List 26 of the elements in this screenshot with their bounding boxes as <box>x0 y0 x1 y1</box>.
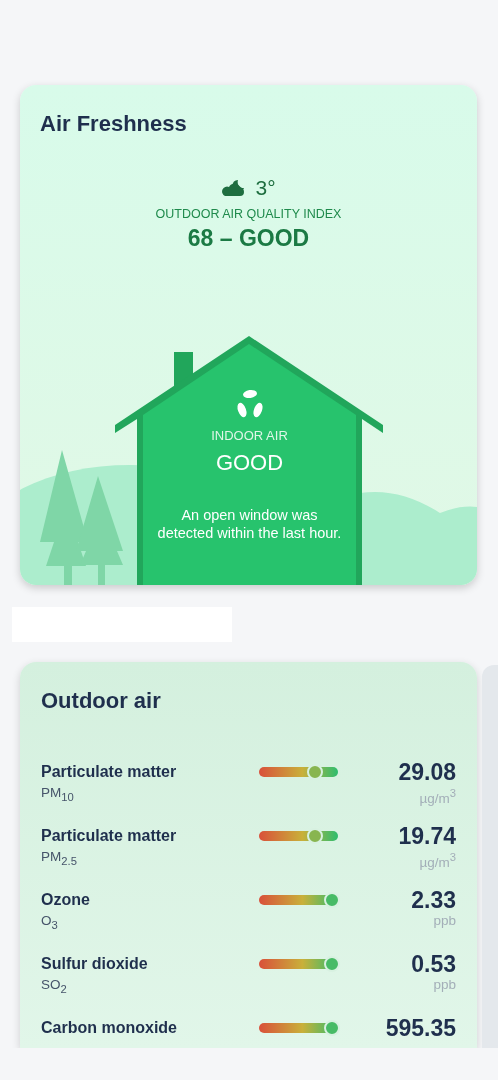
pollutant-value: 0.53 <box>410 954 456 974</box>
pollutant-name: Ozone <box>41 890 91 910</box>
pollutant-formula: O$_{3}$ <box>41 912 59 933</box>
pollutant-value: 595.35 <box>384 1018 456 1038</box>
card-title: Outdoor air <box>41 687 162 715</box>
indoor-message: An open window was detected within the last hour. <box>156 506 343 542</box>
pollutant-name: Carbon monoxide <box>41 1018 178 1038</box>
pollutant-unit: ppb <box>432 976 456 994</box>
pollutant-name: Particulate matter <box>41 762 178 782</box>
aqi-label: OUTDOOR AIR QUALITY INDEX <box>155 206 342 222</box>
pollutant-unit: µg/m$^{3}$ <box>418 786 456 806</box>
pollutant-formula: PM$_{10}$ <box>41 784 75 805</box>
pollutant-unit: ppb <box>432 912 456 930</box>
pollutant-formula: PM$_{2.5}$ <box>41 848 78 869</box>
temperature: 3° <box>255 176 276 200</box>
pollutant-name: Sulfur dioxide <box>41 954 149 974</box>
pollutant-value: 29.08 <box>397 762 456 782</box>
indoor-air-label: INDOOR AIR <box>211 428 288 444</box>
pollutant-name: Particulate matter <box>41 826 178 846</box>
indoor-air-status: GOOD <box>215 450 284 476</box>
pollutant-value: 2.33 <box>410 890 456 910</box>
pollutant-value: 19.74 <box>397 826 456 846</box>
pollutant-formula: SO$_{2}$ <box>41 976 68 997</box>
pollutant-unit: µg/m$^{3}$ <box>418 850 456 870</box>
aqi-value: 68 – GOOD <box>187 224 310 252</box>
card-title: Air Freshness <box>40 110 187 138</box>
